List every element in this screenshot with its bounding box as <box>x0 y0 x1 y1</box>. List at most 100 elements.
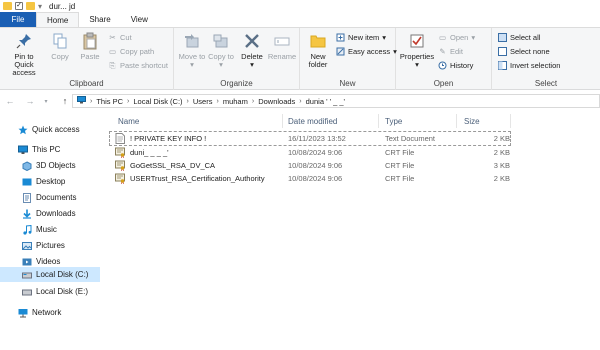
move-to-chevron-icon: ▾ <box>190 60 194 69</box>
delete-x-icon <box>243 32 261 50</box>
tab-file[interactable]: File <box>0 12 36 27</box>
edit-button[interactable]: ✎ Edit <box>438 47 463 56</box>
history-button[interactable]: History <box>438 61 473 70</box>
breadcrumb-separator-icon[interactable]: › <box>127 98 129 105</box>
nav-network-label: Network <box>32 308 62 317</box>
paste-button[interactable]: Paste <box>76 32 104 61</box>
videos-icon <box>22 257 32 267</box>
file-row[interactable]: USERTrust_RSA_Certification_Authority 10… <box>110 172 510 185</box>
paste-shortcut-button[interactable]: ⎘ Paste shortcut <box>108 61 168 71</box>
nav-music[interactable]: Music <box>22 222 57 237</box>
breadcrumb-users[interactable]: Users <box>193 97 213 106</box>
column-divider[interactable] <box>282 114 283 128</box>
organize-group: Move to ▾ Copy to ▾ Delete ▾ Rename Orga… <box>174 28 300 90</box>
breadcrumb-separator-icon[interactable]: › <box>187 98 189 105</box>
new-item-button[interactable]: New item ▾ <box>336 33 386 42</box>
select-none-button[interactable]: Select none <box>498 47 550 56</box>
open-button[interactable]: ▭ Open ▾ <box>438 33 475 42</box>
column-divider[interactable] <box>378 114 379 128</box>
certificate-icon <box>115 147 125 158</box>
open-group-label: Open <box>433 79 454 88</box>
column-header-type[interactable]: Type <box>385 114 402 128</box>
tab-view[interactable]: View <box>121 12 158 27</box>
title-bar: ✓ ▾ dur... jd <box>0 0 600 12</box>
breadcrumb-this-pc[interactable]: This PC <box>96 97 123 106</box>
nav-network[interactable]: Network <box>18 305 61 320</box>
column-header-name[interactable]: Name <box>118 114 139 128</box>
tab-home[interactable]: Home <box>36 12 80 27</box>
copy-button[interactable]: Copy <box>46 32 74 61</box>
breadcrumb-separator-icon[interactable]: › <box>90 98 92 105</box>
properties-check-icon[interactable]: ✓ <box>15 2 23 10</box>
music-note-icon <box>22 224 32 235</box>
nav-desktop[interactable]: Desktop <box>22 174 65 189</box>
invert-selection-icon <box>498 61 507 70</box>
scissors-icon: ✂ <box>109 33 116 42</box>
easy-access-button[interactable]: Easy access ▾ <box>336 47 397 56</box>
navigation-pane: Quick access This PC 3D Objects Desktop … <box>0 112 100 350</box>
delete-chevron-icon: ▾ <box>250 60 254 69</box>
select-none-icon <box>498 47 507 56</box>
clipboard-group-label: Clipboard <box>69 79 104 88</box>
nav-quick-access[interactable]: Quick access <box>18 122 80 137</box>
computer-icon <box>18 145 28 155</box>
breadcrumb-dunia[interactable]: dunia ' ' _ _' <box>306 97 345 106</box>
forward-arrow-icon[interactable]: → <box>23 94 37 108</box>
column-header-size[interactable]: Size <box>464 114 480 128</box>
back-arrow-icon[interactable]: ← <box>3 94 17 108</box>
star-icon <box>18 125 28 135</box>
copy-to-button[interactable]: Copy to ▾ <box>206 32 236 69</box>
copy-icon <box>51 32 69 50</box>
breadcrumb-local-disk[interactable]: Local Disk (C:) <box>133 97 182 106</box>
recent-locations-chevron-icon[interactable]: ▾ <box>39 94 53 108</box>
cut-button[interactable]: ✂ Cut <box>108 33 131 42</box>
rename-button[interactable]: Rename <box>266 32 298 61</box>
download-arrow-icon <box>22 209 32 219</box>
file-type: CRT File <box>385 174 415 183</box>
file-size: 2 KB <box>493 134 510 143</box>
file-date-modified: 10/08/2024 9:06 <box>288 148 343 157</box>
copy-path-button[interactable]: ▭ Copy path <box>108 47 154 56</box>
column-divider[interactable] <box>456 114 457 128</box>
nav-music-label: Music <box>36 225 57 234</box>
nav-this-pc[interactable]: This PC <box>18 142 60 157</box>
nav-3d-objects[interactable]: 3D Objects <box>22 158 76 173</box>
tab-share[interactable]: Share <box>79 12 120 27</box>
breadcrumb-muham[interactable]: muham <box>223 97 248 106</box>
quick-access-toolbar-dropdown-icon[interactable]: ▾ <box>38 2 42 11</box>
new-group-label: New <box>339 79 356 88</box>
properties-button[interactable]: Properties ▾ <box>398 32 436 69</box>
copy-path-label: Copy path <box>120 47 155 56</box>
address-bar[interactable]: › This PC › Local Disk (C:) › Users › mu… <box>72 94 600 108</box>
new-folder-button[interactable]: New folder <box>302 32 334 69</box>
breadcrumb-separator-icon[interactable]: › <box>252 98 254 105</box>
this-pc-small-icon <box>77 96 86 106</box>
breadcrumb-downloads[interactable]: Downloads <box>258 97 295 106</box>
open-label: Open <box>450 33 469 42</box>
copy-to-icon <box>212 32 230 50</box>
delete-button[interactable]: Delete ▾ <box>238 32 266 69</box>
easy-access-label: Easy access <box>348 47 391 56</box>
select-all-button[interactable]: Select all <box>498 33 540 42</box>
nav-pictures[interactable]: Pictures <box>22 238 65 253</box>
pin-to-quick-access-button[interactable]: Pin to Quick access <box>4 32 44 77</box>
file-type: CRT File <box>385 148 415 157</box>
nav-desktop-label: Desktop <box>36 177 66 186</box>
file-row[interactable]: duni_ _ _ _' 10/08/2024 9:06 CRT File 2 … <box>110 146 510 159</box>
breadcrumb-separator-icon[interactable]: › <box>299 98 301 105</box>
up-arrow-icon[interactable]: ↑ <box>58 94 72 108</box>
nav-documents[interactable]: Documents <box>22 190 76 205</box>
invert-selection-button[interactable]: Invert selection <box>498 61 560 70</box>
nav-downloads[interactable]: Downloads <box>22 206 76 221</box>
nav-local-disk-e[interactable]: Local Disk (E:) <box>22 284 88 299</box>
breadcrumb-separator-icon[interactable]: › <box>216 98 218 105</box>
nav-local-disk-c[interactable]: Local Disk (C:) <box>0 267 100 282</box>
move-to-button[interactable]: Move to ▾ <box>178 32 206 69</box>
column-divider[interactable] <box>510 114 511 128</box>
file-row[interactable]: ! PRIVATE KEY INFO ! 16/11/2023 13:52 Te… <box>109 131 511 146</box>
column-header-date-modified[interactable]: Date modified <box>288 114 337 128</box>
ribbon-tabs: File Home Share View <box>0 12 600 28</box>
file-row[interactable]: GoGetSSL_RSA_DV_CA 10/08/2024 9:06 CRT F… <box>110 159 510 172</box>
rename-icon <box>273 32 291 50</box>
new-folder-quick-icon[interactable] <box>26 2 35 10</box>
